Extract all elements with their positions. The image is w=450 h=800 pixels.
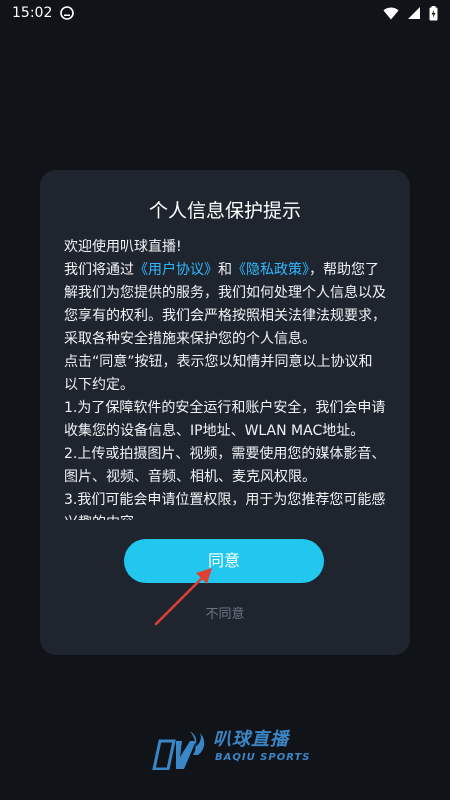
status-bar: 15:02 (0, 0, 450, 26)
status-time: 15:02 (12, 5, 53, 21)
paragraph-and: 和 (218, 262, 232, 278)
brand-mark-icon (150, 729, 208, 771)
permission-item-device: 1.为了保障软件的安全运行和账户安全，我们会申请收集您的设备信息、IP地址、WL… (64, 400, 386, 439)
battery-icon (429, 5, 438, 21)
agreement-paragraph: 我们将通过《用户协议》和《隐私政策》，帮助您了解我们为您提供的服务，我们如何处理… (64, 259, 386, 351)
status-right (383, 5, 438, 21)
user-agreement-link[interactable]: 《用户协议》 (134, 262, 218, 278)
status-left: 15:02 (12, 5, 75, 21)
permission-item-media: 2.上传或拍摄图片、视频，需要使用您的媒体影音、图片、视频、音频、相机、麦克风权… (64, 446, 386, 485)
wifi-icon (383, 7, 399, 20)
dialog-title: 个人信息保护提示 (148, 200, 301, 222)
notification-icon (60, 6, 75, 20)
privacy-dialog: 个人信息保护提示 欢迎使用叭球直播! 我们将通过《用户协议》和《隐私政策》，帮助… (40, 170, 410, 655)
permission-item-location: 3.我们可能会申请位置权限，用于为您推荐您可能感兴趣的内容。 (64, 492, 386, 520)
brand-name: 叭球直播 (213, 729, 289, 750)
brand-logo: 叭球直播 BAQIU SPORTS (150, 727, 320, 772)
dialog-body[interactable]: 欢迎使用叭球直播! 我们将通过《用户协议》和《隐私政策》，帮助您了解我们为您提供… (64, 236, 386, 520)
brand-subtitle: BAQIU SPORTS (215, 752, 311, 763)
privacy-policy-link[interactable]: 《隐私政策》 (232, 262, 309, 278)
consent-paragraph: 点击“同意”按钮，表示您以知情并同意以上协议和以下约定。 (64, 354, 373, 393)
signal-icon (407, 6, 421, 20)
greeting-text: 欢迎使用叭球直播! (64, 239, 182, 255)
paragraph-prefix: 我们将通过 (64, 262, 134, 278)
annotation-arrow-icon (150, 560, 220, 630)
